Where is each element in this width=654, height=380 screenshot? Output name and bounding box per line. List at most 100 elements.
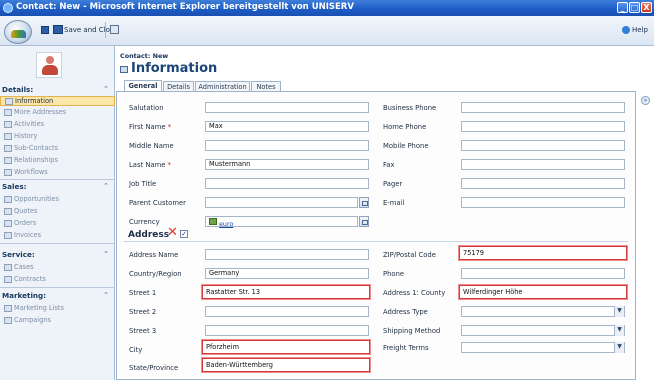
nav-item-cases[interactable]: Cases [0,263,115,273]
middle-name-label: Middle Name [129,142,174,150]
parent-customer-field[interactable] [205,197,358,208]
zip-postal-code-field[interactable]: 75179 [459,246,627,260]
nav-item-label: Activities [14,120,45,128]
nav-section-service[interactable]: Service: ⌃ [0,250,115,260]
nav-item-campaigns[interactable]: Campaigns [0,316,115,326]
parent-customer-lookup-icon[interactable] [359,197,369,208]
street-2-field[interactable] [205,306,369,317]
chevron-up-icon[interactable]: ⌃ [103,85,109,93]
history-icon [4,133,12,140]
nav-section-details[interactable]: Details: ⌃ [0,85,115,95]
maximize-button[interactable]: □ [629,2,640,13]
state-province-label: State/Province [129,364,179,372]
nav-item-history[interactable]: History [0,132,115,142]
contracts-icon [4,276,12,283]
nav-item-sub-contacts[interactable]: Sub-Contacts [0,144,115,154]
fax-field[interactable] [461,159,625,170]
job-title-field[interactable] [205,178,369,189]
help-link[interactable]: Help [632,26,648,34]
nav-item-invoices[interactable]: Invoices [0,231,115,241]
address-checkbox[interactable]: ✓ [180,230,188,238]
pager-field[interactable] [461,178,625,189]
nav-divider [0,179,115,180]
print-icon[interactable] [110,25,119,34]
chevron-up-icon[interactable]: ⌃ [103,250,109,258]
nav-item-information[interactable]: Information [0,96,115,106]
nav-item-label: Cases [14,263,34,271]
nav-item-marketing-lists[interactable]: Marketing Lists [0,304,115,314]
chevron-down-icon[interactable]: ▼ [614,325,624,336]
email-field[interactable] [461,197,625,208]
nav-item-label: Sub-Contacts [14,144,59,152]
marketing-lists-icon [4,305,12,312]
close-button[interactable]: X [641,2,652,13]
freight-terms-select[interactable] [461,342,625,353]
nav-item-label: Marketing Lists [14,304,64,312]
nav-item-label: Contracts [14,275,46,283]
nav-item-label: More Addresses [14,108,67,116]
currency-lookup-icon[interactable] [359,216,369,227]
save-and-close-icon[interactable] [53,25,63,34]
nav-item-contracts[interactable]: Contracts [0,275,115,285]
information-icon [5,98,13,105]
nav-item-label: Invoices [14,231,42,239]
orders-icon [4,220,12,227]
first-name-field[interactable]: Max [205,121,369,132]
nav-item-more-addresses[interactable]: More Addresses [0,108,115,118]
nav-item-label: Relationships [14,156,58,164]
nav-section-label: Details: [2,85,34,94]
nav-divider [0,243,115,244]
cases-icon [4,264,12,271]
nav-item-label: Orders [14,219,37,227]
help-icon[interactable] [622,26,630,34]
required-indicator: * [167,161,171,169]
currency-link[interactable]: euro [219,220,233,228]
information-icon [120,66,128,73]
chevron-up-icon[interactable]: ⌃ [103,291,109,299]
nav-item-orders[interactable]: Orders [0,219,115,229]
nav-item-label: Campaigns [14,316,51,324]
chevron-down-icon[interactable]: ▼ [614,306,624,317]
street-3-field[interactable] [205,325,369,336]
minimize-button[interactable]: _ [617,2,628,13]
nav-item-activities[interactable]: Activities [0,120,115,130]
home-phone-field[interactable] [461,121,625,132]
salutation-field[interactable] [205,102,369,113]
contact-avatar-icon [36,52,62,78]
nav-item-quotes[interactable]: Quotes [0,207,115,217]
nav-item-label: Workflows [14,168,48,176]
last-name-field[interactable]: Mustermann [205,159,369,170]
street-2-label: Street 2 [129,308,157,316]
country-region-field[interactable]: Germany [205,268,369,279]
save-icon[interactable] [41,26,49,34]
mobile-phone-field[interactable] [461,140,625,151]
workflows-icon [4,169,12,176]
sub-contacts-icon [4,145,12,152]
state-province-field[interactable]: Baden-Württemberg [202,358,370,372]
address-name-field[interactable] [205,249,369,260]
street-1-field[interactable]: Rastatter Str. 13 [202,285,370,299]
county-field[interactable]: Wilferdinger Höhe [459,285,627,299]
business-phone-field[interactable] [461,102,625,113]
form-panel [116,91,636,380]
nav-item-opportunities[interactable]: Opportunities [0,195,115,205]
zip-postal-code-label: ZIP/Postal Code [383,251,436,259]
invoices-icon [4,232,12,239]
address-phone-field[interactable] [461,268,625,279]
nav-section-sales[interactable]: Sales: ⌃ [0,182,115,192]
city-field[interactable]: Pforzheim [202,340,370,354]
nav-item-workflows[interactable]: Workflows [0,168,115,178]
address-type-select[interactable] [461,306,625,317]
collapse-panel-icon[interactable]: » [641,96,650,105]
chevron-down-icon[interactable]: ▼ [614,342,624,353]
nav-section-marketing[interactable]: Marketing: ⌃ [0,291,115,301]
shipping-method-select[interactable] [461,325,625,336]
nav-item-label: History [14,132,38,140]
nav-item-relationships[interactable]: Relationships [0,156,115,166]
street-1-label: Street 1 [129,289,157,297]
home-phone-label: Home Phone [383,123,427,131]
delete-address-icon[interactable]: ✕ [167,226,178,239]
chevron-up-icon[interactable]: ⌃ [103,182,109,190]
middle-name-field[interactable] [205,140,369,151]
street-3-label: Street 3 [129,327,157,335]
